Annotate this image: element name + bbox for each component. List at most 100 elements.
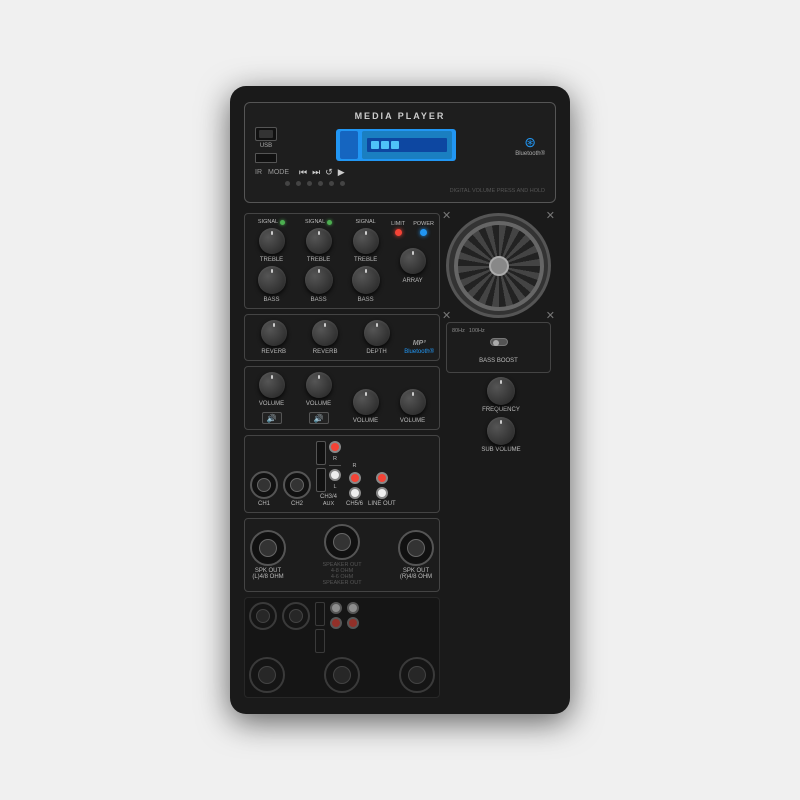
fan-center bbox=[489, 256, 509, 276]
bass-knob-1[interactable] bbox=[258, 266, 286, 294]
play-btn[interactable]: ▶ bbox=[338, 167, 345, 178]
bluetooth-area: ⊛ Bluetooth® bbox=[515, 134, 545, 157]
ch34-r-label: R bbox=[333, 456, 337, 462]
screw-bl: ✕ bbox=[442, 309, 451, 322]
reverb-label-1: REVERB bbox=[261, 349, 286, 355]
mirror-spk-row bbox=[249, 657, 435, 693]
sd-slot[interactable] bbox=[255, 153, 277, 163]
bass-label-2: BASS bbox=[311, 297, 327, 303]
mirror-section bbox=[244, 597, 440, 698]
ch4-trs[interactable] bbox=[316, 468, 326, 492]
dot-3 bbox=[307, 181, 312, 186]
treble-knob-1[interactable] bbox=[259, 228, 285, 254]
mp3-bt-area: MP³ Bluetooth® bbox=[404, 340, 434, 355]
mirror-rca-r bbox=[330, 617, 342, 629]
bluetooth-small-label: Bluetooth® bbox=[404, 349, 434, 355]
ch34-jack: R L CH3/4 AUX bbox=[316, 441, 341, 507]
fan bbox=[446, 213, 551, 318]
limit-indicator: LIMIT bbox=[391, 221, 405, 236]
ch34-rca-l[interactable] bbox=[329, 469, 341, 481]
bluetooth-icon: ⊛ bbox=[524, 134, 536, 151]
signal-led-1 bbox=[280, 220, 285, 225]
bass-freq-row: 80Hz 100Hz bbox=[452, 328, 545, 335]
spk-center-jack[interactable] bbox=[324, 524, 360, 560]
speaker-icon-2: 🔊 bbox=[309, 412, 329, 424]
ch56-rca-r[interactable] bbox=[349, 472, 361, 484]
bass-label-1: BASS bbox=[264, 297, 280, 303]
power-indicator: POWER bbox=[413, 221, 434, 236]
device-panel: MEDIA PLAYER USB bbox=[230, 86, 570, 714]
line-out-jack: LINE OUT bbox=[368, 472, 396, 507]
sub-volume-knob[interactable] bbox=[487, 417, 515, 445]
bass-label-3: BASS bbox=[358, 297, 374, 303]
ch2-xlr[interactable] bbox=[283, 471, 311, 499]
line-out-rca-l[interactable] bbox=[376, 487, 388, 499]
bass-boost-toggle[interactable] bbox=[490, 338, 508, 346]
signal-area-2: SIGNAL bbox=[305, 219, 332, 225]
ch1-xlr[interactable] bbox=[250, 471, 278, 499]
frequency-knob[interactable] bbox=[487, 377, 515, 405]
sub-volume-label: SUB VOLUME bbox=[481, 447, 520, 453]
bass-knob-3[interactable] bbox=[352, 266, 380, 294]
spk-section: SPK OUT (L)4/8 OHM SPEAKER OUT 4-8 OHM 4… bbox=[244, 518, 440, 592]
dot-1 bbox=[285, 181, 290, 186]
mirror-rca-l2 bbox=[347, 602, 359, 614]
media-player-title: MEDIA PLAYER bbox=[255, 111, 545, 121]
next-btn[interactable]: ⏭ bbox=[312, 167, 320, 178]
ch56-rca-l[interactable] bbox=[349, 487, 361, 499]
volume-label-3: VOLUME bbox=[353, 418, 378, 424]
prev-btn[interactable]: ⏮ bbox=[299, 167, 307, 178]
array-knob[interactable] bbox=[400, 248, 426, 274]
ch34-jacks: R L bbox=[316, 441, 341, 492]
bass-switch-row bbox=[452, 338, 545, 346]
mirror-rca-l bbox=[330, 602, 342, 614]
ch34-l-label: L bbox=[333, 484, 336, 490]
volume-knob-1[interactable] bbox=[259, 372, 285, 398]
usb-slot[interactable] bbox=[255, 127, 277, 141]
volume-label-4: VOLUME bbox=[400, 418, 425, 424]
depth-knob[interactable] bbox=[364, 320, 390, 346]
main-layout: SIGNAL TREBLE BASS SIGNAL bbox=[244, 213, 556, 698]
ch34-rca: R L bbox=[329, 441, 341, 492]
fan-container: ✕ ✕ ✕ ✕ bbox=[446, 213, 551, 318]
array-label: ARRAY bbox=[402, 278, 422, 284]
freq-80hz-label: 80Hz bbox=[452, 328, 465, 335]
ch56-r-label: R bbox=[353, 463, 357, 469]
reverb-row: REVERB REVERB DEPTH MP³ Bluetooth® bbox=[250, 320, 434, 355]
volume-knob-4[interactable] bbox=[400, 389, 426, 415]
reverb-knob-1[interactable] bbox=[261, 320, 287, 346]
depth-label: DEPTH bbox=[366, 349, 386, 355]
spk-left-jack[interactable] bbox=[250, 530, 286, 566]
ch34-rca-r[interactable] bbox=[329, 441, 341, 453]
spk-right-jack[interactable] bbox=[398, 530, 434, 566]
mirror-xlr-1 bbox=[249, 602, 277, 630]
frequency-label: FREQUENCY bbox=[482, 407, 520, 413]
usb-area: USB bbox=[255, 127, 277, 163]
speaker-icon-1: 🔊 bbox=[262, 412, 282, 424]
treble-knob-3[interactable] bbox=[353, 228, 379, 254]
bluetooth-label: Bluetooth® bbox=[515, 151, 545, 157]
reverb-knob-2[interactable] bbox=[312, 320, 338, 346]
line-out-label: LINE OUT bbox=[368, 501, 396, 507]
volume-knob-3[interactable] bbox=[353, 389, 379, 415]
volume-label-2: VOLUME bbox=[306, 401, 331, 407]
signal-area-1: SIGNAL bbox=[258, 219, 285, 225]
repeat-btn[interactable]: ↺ bbox=[325, 167, 333, 178]
ir-mode-row: IR MODE ⏮ ⏭ ↺ ▶ bbox=[255, 167, 545, 178]
freq-100hz-label: 100Hz bbox=[469, 328, 485, 335]
vol-col-3: VOLUME bbox=[344, 389, 387, 424]
mode-label: MODE bbox=[268, 169, 289, 176]
dot-2 bbox=[296, 181, 301, 186]
line-out-rca-r[interactable] bbox=[376, 472, 388, 484]
volume-knob-2[interactable] bbox=[306, 372, 332, 398]
limit-power-leds: LIMIT POWER bbox=[391, 221, 434, 236]
fan-inner bbox=[454, 221, 544, 311]
spk-center-label: SPEAKER OUT 4-8 OHM 4-6 OHM SPEAKER OUT bbox=[322, 562, 361, 586]
ch3-trs[interactable] bbox=[316, 441, 326, 465]
bass-knob-2[interactable] bbox=[305, 266, 333, 294]
dot-4 bbox=[318, 181, 323, 186]
mirror-spk-left-jack bbox=[249, 657, 285, 693]
spk-row: SPK OUT (L)4/8 OHM SPEAKER OUT 4-8 OHM 4… bbox=[250, 524, 434, 586]
treble-knob-2[interactable] bbox=[306, 228, 332, 254]
ch34-trs bbox=[316, 441, 326, 492]
